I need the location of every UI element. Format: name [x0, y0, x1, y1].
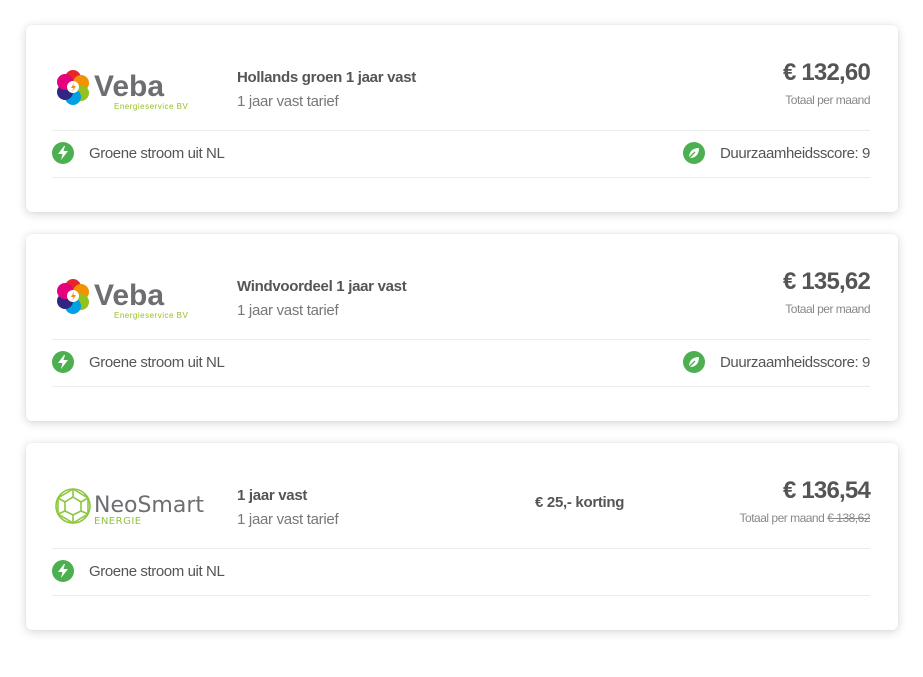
plan-subtitle: 1 jaar vast tarief	[237, 511, 339, 528]
plan-name: Hollands groen 1 jaar vast	[237, 69, 416, 86]
svg-text:Veba: Veba	[94, 70, 164, 103]
monthly-price: € 135,62	[782, 268, 871, 295]
veba-logo: Veba Energieservice BV	[54, 274, 204, 322]
svg-text:NeoSmart: NeoSmart	[94, 493, 204, 518]
features-row: Groene stroom uit NL Duurzaamheidsscore:…	[52, 339, 870, 387]
svg-text:Veba: Veba	[94, 279, 164, 312]
feature-label: Duurzaamheidsscore: 9	[719, 144, 870, 162]
feature-label: Groene stroom uit NL	[89, 144, 225, 162]
price-note: Totaal per maand	[785, 302, 870, 316]
price-note: Totaal per maand € 138,62	[739, 511, 871, 525]
features-row: Groene stroom uit NL	[52, 548, 870, 596]
feature-green-power: Groene stroom uit NL	[52, 351, 225, 373]
offer-card-veba-hollands-groen[interactable]: Veba Energieservice BV Hollands groen 1 …	[26, 25, 898, 212]
old-price: € 138,62	[827, 511, 870, 525]
lightning-bolt-icon	[52, 351, 74, 373]
discount-label: € 25,- korting	[535, 494, 625, 511]
plan-name: Windvoordeel 1 jaar vast	[237, 278, 407, 295]
leaf-icon	[682, 351, 705, 373]
plan-subtitle: 1 jaar vast tarief	[237, 302, 339, 319]
price-note: Totaal per maand	[785, 93, 870, 107]
feature-sustainability-score: Duurzaamheidsscore: 9	[682, 142, 870, 164]
feature-label: Duurzaamheidsscore: 9	[719, 353, 870, 371]
monthly-price: € 132,60	[782, 59, 871, 86]
svg-text:Energieservice BV: Energieservice BV	[114, 311, 188, 320]
monthly-price: € 136,54	[782, 477, 871, 504]
plan-subtitle: 1 jaar vast tarief	[237, 93, 339, 110]
feature-label: Groene stroom uit NL	[89, 353, 225, 371]
lightning-bolt-icon	[52, 142, 74, 164]
svg-text:Energieservice BV: Energieservice BV	[114, 102, 188, 111]
feature-green-power: Groene stroom uit NL	[52, 560, 225, 582]
neosmart-logo: NeoSmart ENERGIE	[54, 483, 204, 531]
offer-card-veba-windvoordeel[interactable]: Veba Energieservice BV Windvoordeel 1 ja…	[26, 234, 898, 421]
feature-sustainability-score: Duurzaamheidsscore: 9	[682, 351, 870, 373]
features-row: Groene stroom uit NL Duurzaamheidsscore:…	[52, 130, 870, 178]
leaf-icon	[682, 142, 705, 164]
feature-label: Groene stroom uit NL	[89, 562, 225, 580]
offer-card-neosmart[interactable]: NeoSmart ENERGIE 1 jaar vast 1 jaar vast…	[26, 443, 898, 630]
plan-name: 1 jaar vast	[237, 487, 308, 504]
lightning-bolt-icon	[52, 560, 74, 582]
feature-green-power: Groene stroom uit NL	[52, 142, 225, 164]
veba-logo: Veba Energieservice BV	[54, 65, 204, 113]
svg-text:ENERGIE: ENERGIE	[94, 516, 142, 527]
